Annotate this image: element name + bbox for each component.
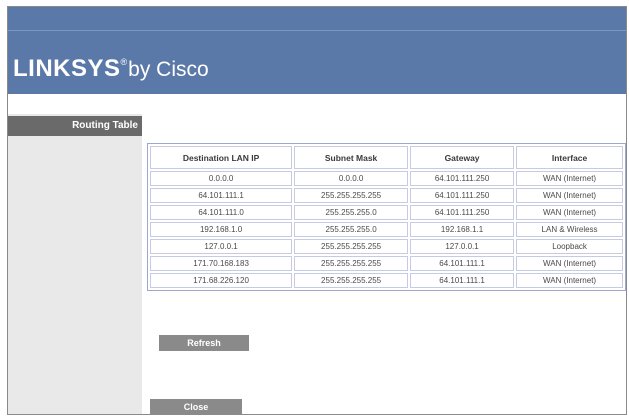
logo-byline: by Cisco: [128, 58, 209, 81]
cell-subnet-mask: 255.255.255.255: [294, 239, 408, 254]
cell-gateway: 64.101.111.250: [410, 205, 515, 220]
cell-destination: 192.168.1.0: [150, 222, 293, 237]
column-header-subnet-mask: Subnet Mask: [294, 146, 408, 169]
cell-interface: WAN (Internet): [516, 205, 623, 220]
cell-destination: 171.68.226.120: [150, 273, 293, 288]
header-divider: [8, 30, 626, 31]
table-row: 171.70.168.183 255.255.255.255 64.101.11…: [150, 256, 623, 271]
cell-interface: LAN & Wireless: [516, 222, 623, 237]
column-header-destination: Destination LAN IP: [150, 146, 293, 169]
column-header-gateway: Gateway: [410, 146, 515, 169]
cell-gateway: 64.101.111.250: [410, 171, 515, 186]
cell-subnet-mask: 0.0.0.0: [294, 171, 408, 186]
table-row: 64.101.111.0 255.255.255.0 64.101.111.25…: [150, 205, 623, 220]
cell-subnet-mask: 255.255.255.0: [294, 222, 408, 237]
cell-gateway: 64.101.111.1: [410, 256, 515, 271]
cell-subnet-mask: 255.255.255.255: [294, 256, 408, 271]
header-banner: LINKSYS®by Cisco: [8, 7, 626, 94]
cell-gateway: 64.101.111.1: [410, 273, 515, 288]
header-spacer: [8, 94, 626, 114]
cell-destination: 64.101.111.0: [150, 205, 293, 220]
cell-interface: Loopback: [516, 239, 623, 254]
cell-subnet-mask: 255.255.255.255: [294, 188, 408, 203]
table-header-row: Destination LAN IP Subnet Mask Gateway I…: [150, 146, 623, 169]
cell-destination: 171.70.168.183: [150, 256, 293, 271]
table-row: 0.0.0.0 0.0.0.0 64.101.111.250 WAN (Inte…: [150, 171, 623, 186]
table-row: 127.0.0.1 255.255.255.255 127.0.0.1 Loop…: [150, 239, 623, 254]
table-row: 64.101.111.1 255.255.255.255 64.101.111.…: [150, 188, 623, 203]
sidebar-section-title: Routing Table: [8, 116, 142, 136]
routing-table-window: LINKSYS®by Cisco Routing Table Destinati…: [7, 6, 627, 415]
cell-interface: WAN (Internet): [516, 256, 623, 271]
cell-subnet-mask: 255.255.255.255: [294, 273, 408, 288]
cell-subnet-mask: 255.255.255.0: [294, 205, 408, 220]
refresh-button[interactable]: Refresh: [159, 335, 249, 351]
table-row: 171.68.226.120 255.255.255.255 64.101.11…: [150, 273, 623, 288]
cell-interface: WAN (Internet): [516, 273, 623, 288]
logo-brand: LINKSYS: [13, 55, 121, 82]
cell-interface: WAN (Internet): [516, 171, 623, 186]
close-button[interactable]: Close: [150, 399, 242, 414]
cell-destination: 127.0.0.1: [150, 239, 293, 254]
linksys-logo: LINKSYS®by Cisco: [13, 57, 209, 81]
cell-gateway: 192.168.1.1: [410, 222, 515, 237]
table-row: 192.168.1.0 255.255.255.0 192.168.1.1 LA…: [150, 222, 623, 237]
cell-destination: 64.101.111.1: [150, 188, 293, 203]
cell-gateway: 127.0.0.1: [410, 239, 515, 254]
logo-registered-mark: ®: [120, 57, 128, 67]
routing-table: Destination LAN IP Subnet Mask Gateway I…: [147, 143, 626, 291]
cell-destination: 0.0.0.0: [150, 171, 293, 186]
cell-interface: WAN (Internet): [516, 188, 623, 203]
sidebar: [8, 114, 142, 414]
column-header-interface: Interface: [516, 146, 623, 169]
cell-gateway: 64.101.111.250: [410, 188, 515, 203]
